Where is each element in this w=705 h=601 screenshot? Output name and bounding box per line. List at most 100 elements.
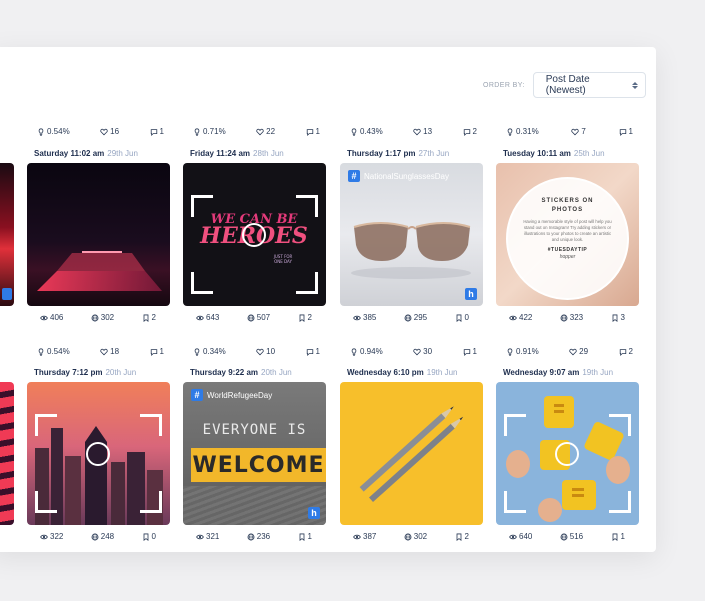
stat-likes: 30 [413,347,432,356]
comment-icon [619,348,627,356]
stat-views: 322 [40,532,63,541]
order-by-value: Post Date (Newest) [545,74,590,96]
stat-engagement-value: 0.34% [203,347,226,356]
comment-icon [463,348,471,356]
stat-reach: 302 [404,532,427,541]
post-engagement-stats: 0.34% 10 1 [183,347,326,356]
lens-icon [86,442,110,466]
hashtag-badge: # NationalSunglassesDay [348,170,449,182]
stat-reach: 248 [91,532,114,541]
stat-views-value: 422 [519,313,533,322]
lens-icon [242,223,266,247]
stat-saves-value: 1 [620,532,625,541]
lens-icon [555,442,579,466]
post-engagement-stats: 0.91% 29 2 [496,347,639,356]
stat-likes: 13 [413,127,432,136]
post-date: 29th Jun [107,149,138,158]
stat-engagement: 0.43% [350,127,383,136]
post-thumbnail[interactable]: # NationalSunglassesDay h [340,163,483,306]
post-reach-stats: 406 302 2 [27,313,170,322]
engagement-icon [350,127,358,136]
stat-saves: 2 [298,313,312,322]
stat-reach-value: 248 [100,532,115,541]
post-day-time: Tuesday 10:11 am [503,149,571,158]
stat-saves: 2 [455,532,469,541]
stat-engagement-value: 0.71% [203,127,226,136]
stat-reach-value: 295 [413,313,428,322]
engagement-icon [37,347,45,356]
stat-saves: 0 [142,532,156,541]
bookmark-icon [142,533,150,541]
stat-comments-value: 1 [315,347,320,356]
order-by-select[interactable]: Post Date (Newest) [532,72,646,98]
stat-comments: 1 [619,127,633,136]
stat-engagement-value: 0.94% [360,347,383,356]
stat-likes-value: 7 [581,127,586,136]
stat-saves-value: 2 [151,313,156,322]
post-thumbnail[interactable]: WE CAN BE HEROES JUST FOR ONE DAY [183,163,326,306]
engagement-icon [37,127,45,136]
globe-icon [247,533,255,541]
stat-engagement: 0.71% [193,127,226,136]
post-datetime: Friday 11:24 am 28th Jun [190,149,284,158]
post-date: 20th Jun [105,368,137,377]
focus-corner-icon [35,414,57,436]
post-date: 28th Jun [253,149,284,158]
post-thumbnail[interactable] [27,163,170,306]
hopper-logo-icon: h [308,507,320,519]
bookmark-icon [455,314,463,322]
post-datetime: Wednesday 6:10 pm 19th Jun [347,368,457,377]
post-day-time: Saturday 11:02 am [34,149,105,158]
post-reach-stats: 321 236 1 [183,532,326,541]
heart-icon [256,128,264,136]
comment-icon [306,128,314,136]
post-engagement-stats: 0.94% 30 1 [340,347,483,356]
stat-likes-value: 29 [579,347,589,356]
post-day-time: Wednesday 9:07 am [503,368,580,377]
post-datetime: Saturday 11:02 am 29th Jun [34,149,138,158]
stat-reach-value: 302 [100,313,115,322]
stat-likes: 7 [571,127,586,136]
globe-icon [91,314,99,322]
stat-engagement: 0.94% [350,347,383,356]
stat-saves-value: 0 [151,532,156,541]
focus-corner-icon [296,272,318,294]
eye-icon [196,533,204,541]
globe-icon [404,314,412,322]
eye-icon [353,533,361,541]
tip-tag: #TUESDAYTIP [547,247,588,253]
stat-comments-value: 2 [472,127,477,136]
eye-icon [353,314,361,322]
order-by-label: ORDER BY: [483,81,525,89]
bookmark-icon [455,533,463,541]
post-day-time: Thursday 9:22 am [190,368,259,377]
stat-comments-value: 1 [159,347,164,356]
post-datetime: Thursday 9:22 am 20th Jun [190,368,292,377]
post-thumbnail[interactable] [27,382,170,525]
post-datetime: Thursday 7:12 pm 20th Jun [34,368,136,377]
post-thumbnail[interactable]: EVERYONE IS WELCOME # WorldRefugeeDay h [183,382,326,525]
hashtag-text: NationalSunglassesDay [364,171,449,181]
sign-texture [183,486,326,525]
partial-post-thumbnail[interactable] [0,163,14,306]
focus-corner-icon [140,491,162,513]
select-caret-icon [631,81,638,89]
post-engagement-stats: 0.54% 18 1 [27,347,170,356]
post-reach-stats: 422 323 3 [496,313,639,322]
post-thumbnail[interactable]: STICKERS ON PHOTOS Having a memorable sty… [496,163,639,306]
partial-post-thumbnail[interactable] [0,382,14,525]
post-thumbnail[interactable] [340,382,483,525]
stat-comments-value: 2 [628,347,633,356]
stat-likes: 10 [256,347,275,356]
hopper-logo-icon [2,288,12,300]
post-thumbnail[interactable] [496,382,639,525]
stat-reach-value: 236 [256,532,271,541]
heart-icon [571,128,580,136]
focus-corner-icon [609,491,631,513]
eye-icon [40,533,48,541]
bookmark-icon [142,314,150,322]
stat-likes-value: 13 [423,127,433,136]
stat-views: 640 [509,532,532,541]
tip-circle: STICKERS ON PHOTOS Having a memorable sty… [506,177,629,300]
stat-saves-value: 1 [307,532,312,541]
